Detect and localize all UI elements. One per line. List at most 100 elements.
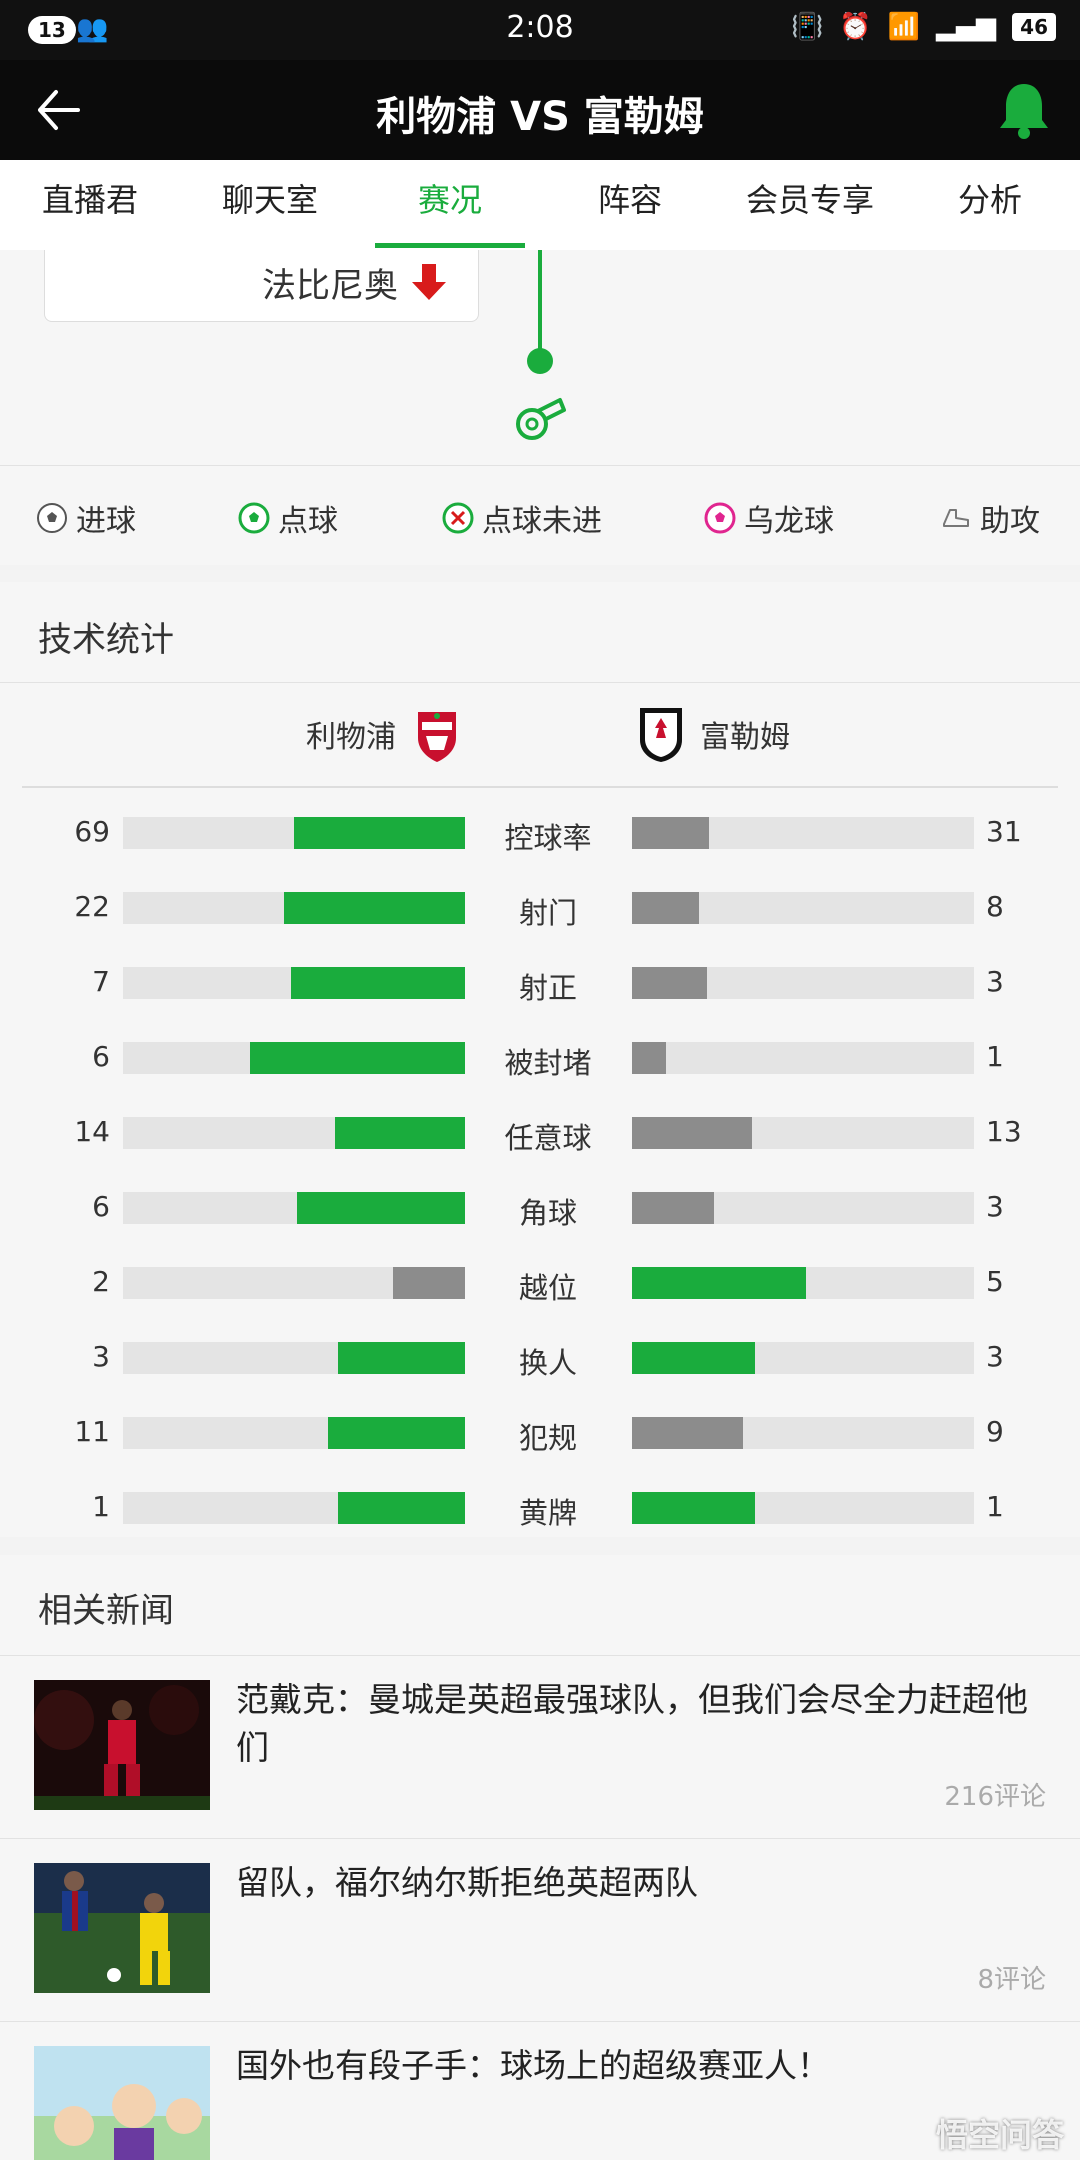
news-item[interactable]: 留队，福尔纳尔斯拒绝英超两队 8评论 <box>0 1838 1080 2021</box>
home-stat-bar <box>335 1117 465 1149</box>
away-stat-bar-track <box>632 1267 974 1299</box>
stat-row: 11 犯规 9 <box>0 1397 1080 1472</box>
stat-label: 控球率 <box>504 821 592 855</box>
legend-penalty-missed: 点球未进 <box>442 496 602 540</box>
away-stat-value: 1 <box>986 1490 1004 1523</box>
home-stat-bar <box>393 1267 465 1299</box>
away-stat-bar-track <box>632 817 974 849</box>
home-stat-bar <box>284 892 465 924</box>
home-stat-bar <box>291 967 465 999</box>
away-stat-bar <box>632 1042 666 1074</box>
away-stat-bar-track <box>632 1192 974 1224</box>
teams-row: 利物浦 富勒姆 <box>0 682 1080 782</box>
away-stat-value: 3 <box>986 1190 1004 1223</box>
news-thumbnail-image <box>34 2046 210 2160</box>
away-stat-bar <box>632 967 707 999</box>
liverpool-crest-icon <box>418 712 456 762</box>
news-headline: 国外也有段子手：球场上的超级赛亚人！ <box>236 2046 830 2085</box>
fulham-crest-icon <box>640 708 682 762</box>
tab-match-status[interactable]: 赛况 <box>360 160 540 250</box>
legend-own-goal-label: 乌龙球 <box>744 504 834 539</box>
home-stat-bar-track <box>123 1117 465 1149</box>
home-stat-bar <box>338 1492 465 1524</box>
penalty-missed-icon <box>442 502 474 534</box>
tab-live[interactable]: 直播君 <box>0 160 180 250</box>
stat-label: 越位 <box>518 1271 577 1305</box>
away-stat-value: 9 <box>986 1415 1004 1448</box>
away-stat-bar-track <box>632 1492 974 1524</box>
event-player-name: 法比尼奥 <box>262 266 398 306</box>
legend-assist-label: 助攻 <box>980 504 1040 539</box>
home-stat-bar-track <box>123 967 465 999</box>
news-headline: 留队，福尔纳尔斯拒绝英超两队 <box>236 1863 698 1902</box>
vibrate-icon: 📳 <box>791 12 824 42</box>
tab-analysis[interactable]: 分析 <box>900 160 1080 250</box>
home-stat-bar <box>338 1342 465 1374</box>
home-stat-bar-track <box>123 1417 465 1449</box>
home-stat-bar-track <box>123 1192 465 1224</box>
stat-label: 被封堵 <box>504 1046 592 1080</box>
home-stat-bar <box>297 1192 465 1224</box>
home-stat-value: 3 <box>92 1340 110 1373</box>
stat-row: 3 换人 3 <box>0 1322 1080 1397</box>
bell-icon[interactable] <box>996 80 1052 140</box>
stat-row: 6 被封堵 1 <box>0 1022 1080 1097</box>
home-stat-bar-track <box>123 1042 465 1074</box>
home-stat-bar <box>250 1042 465 1074</box>
home-stat-value: 1 <box>92 1490 110 1523</box>
whistle-icon <box>516 398 566 440</box>
stat-label: 射门 <box>518 896 577 930</box>
penalty-icon <box>238 502 270 534</box>
news-thumbnail-image <box>34 1680 210 1810</box>
away-stat-bar <box>632 1492 755 1524</box>
news-headline: 范戴克：曼城是英超最强球队，但我们会尽全力赶超他们 <box>236 1680 1028 1767</box>
tab-vip[interactable]: 会员专享 <box>720 160 900 250</box>
stat-row: 7 射正 3 <box>0 947 1080 1022</box>
own-goal-icon <box>704 502 736 534</box>
news-item[interactable]: 国外也有段子手：球场上的超级赛亚人！ <box>0 2021 1080 2160</box>
home-stat-bar-track <box>123 817 465 849</box>
home-stat-value: 22 <box>74 890 110 923</box>
away-stat-bar <box>632 1342 755 1374</box>
tab-chatroom[interactable]: 聊天室 <box>180 160 360 250</box>
stat-row: 2 越位 5 <box>0 1247 1080 1322</box>
home-stat-value: 2 <box>92 1265 110 1298</box>
news-thumbnail-image <box>34 1863 210 1993</box>
teams-divider <box>22 786 1058 788</box>
away-stat-value: 3 <box>986 1340 1004 1373</box>
legend-own-goal: 乌龙球 <box>704 496 834 540</box>
match-header: 利物浦 VS 富勒姆 <box>0 60 1080 160</box>
home-stat-value: 14 <box>74 1115 110 1148</box>
event-legend: 进球 点球 点球未进 乌龙球 助攻 <box>0 465 1080 565</box>
stat-label: 角球 <box>518 1196 577 1230</box>
home-stat-value: 6 <box>92 1190 110 1223</box>
away-stat-bar <box>632 1267 806 1299</box>
away-stat-bar <box>632 1417 743 1449</box>
legend-penalty-missed-label: 点球未进 <box>482 504 602 539</box>
news-item[interactable]: 范戴克：曼城是英超最强球队，但我们会尽全力赶超他们 216评论 <box>0 1655 1080 1838</box>
match-title: 利物浦 VS 富勒姆 <box>376 94 704 140</box>
home-stat-value: 7 <box>92 965 110 998</box>
away-stat-bar <box>632 892 699 924</box>
away-stat-value: 31 <box>986 815 1022 848</box>
home-stat-bar-track <box>123 1267 465 1299</box>
news-comment-count: 216评论 <box>944 1782 1046 1812</box>
stat-label: 射正 <box>518 971 577 1005</box>
away-stat-value: 5 <box>986 1265 1004 1298</box>
stat-row: 14 任意球 13 <box>0 1097 1080 1172</box>
home-team-name: 利物浦 <box>306 720 396 755</box>
tab-bar: 直播君 聊天室 赛况 阵容 会员专享 分析 <box>0 160 1080 250</box>
away-stat-bar-track <box>632 1042 974 1074</box>
ball-icon <box>37 503 67 533</box>
technical-stats-panel: 技术统计 利物浦 富勒姆 69 控球率 31 22 射门 8 7 射正 3 6 被封堵 1 14 任意球 1… <box>0 582 1080 1537</box>
event-timeline: 法比尼奥 <box>0 250 1080 465</box>
stat-row: 69 控球率 31 <box>0 797 1080 872</box>
home-stat-value: 11 <box>74 1415 110 1448</box>
substitution-event-card[interactable]: 法比尼奥 <box>44 250 479 322</box>
home-stat-value: 69 <box>74 815 110 848</box>
signal-icon: ▂▄▆ <box>936 12 997 42</box>
boot-icon <box>943 509 969 527</box>
away-stat-value: 1 <box>986 1040 1004 1073</box>
related-news-panel: 相关新闻 范戴克：曼城是英超最强球队，但我们会尽全力赶超他们 216评论 留队，… <box>0 1555 1080 2160</box>
tab-lineup[interactable]: 阵容 <box>540 160 720 250</box>
